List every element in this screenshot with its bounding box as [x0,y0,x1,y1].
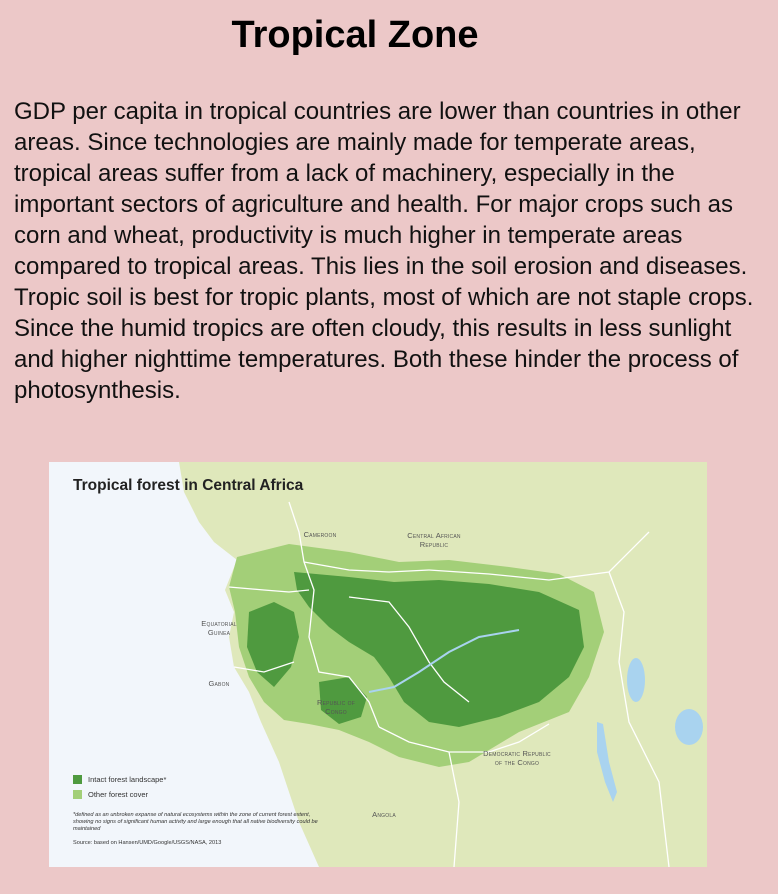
label-central-african-republic: Central African Republic [407,531,461,549]
label-equatorial-guinea: Equatorial Guinea [201,619,237,637]
label-angola: Angola [372,810,396,819]
lake-victoria [675,709,703,745]
map-graphic [179,462,707,867]
map-legend: Intact forest landscape* Other forest co… [73,772,323,802]
map-footnote: *defined as an unbroken expanse of natur… [73,812,318,832]
legend-label: Intact forest landscape* [88,775,167,784]
label-cameroon: Cameroon [303,530,337,539]
central-africa-forest-map: Tropical forest in Central Africa Camero… [49,462,707,867]
legend-swatch-intact [73,775,82,784]
slide-body-text: GDP per capita in tropical countries are… [14,98,754,404]
map-source: Source: based on Hansen/UMD/Google/USGS/… [73,840,222,846]
legend-swatch-other [73,790,82,799]
legend-label: Other forest cover [88,790,149,799]
map-title: Tropical forest in Central Africa [73,477,304,494]
legend-item: Intact forest landscape* [73,772,323,787]
slide-title: Tropical Zone [231,14,479,56]
label-gabon: Gabon [208,679,230,688]
label-republic-of-congo: Republic of Congo [316,698,356,716]
legend-item: Other forest cover [73,787,323,802]
label-drc: Democratic Republic of the Congo [483,749,551,767]
lake-albert [627,658,645,702]
